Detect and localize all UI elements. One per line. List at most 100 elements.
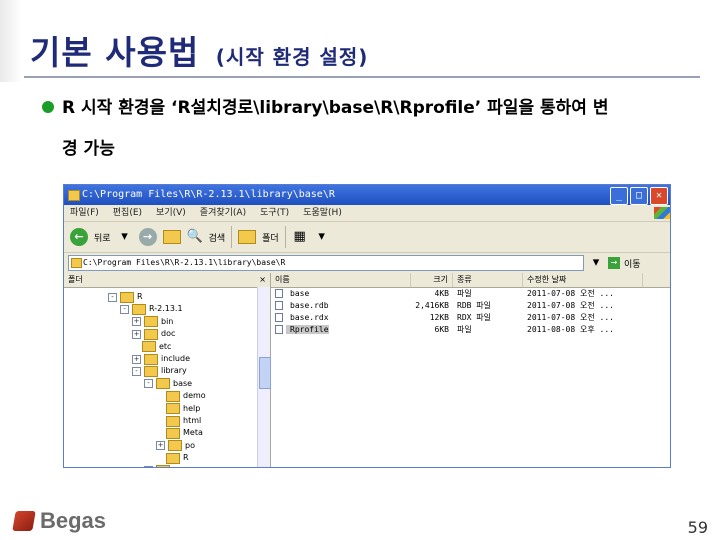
tree-item-label: help bbox=[183, 403, 201, 413]
tree-item-label: include bbox=[161, 354, 190, 363]
expand-icon[interactable]: + bbox=[144, 466, 153, 467]
menu-file[interactable]: 파일(F) bbox=[68, 205, 101, 221]
folders-icon[interactable] bbox=[238, 230, 257, 244]
collapse-icon[interactable]: - bbox=[120, 304, 129, 314]
search-icon[interactable]: 🔍 bbox=[187, 229, 203, 245]
address-bar: C:\Program Files\R\R-2.13.1\library\base… bbox=[64, 253, 670, 274]
file-name-cell: base.rdx bbox=[271, 312, 411, 324]
tree-item[interactable]: -R bbox=[108, 291, 143, 303]
close-pane-icon[interactable]: × bbox=[259, 273, 266, 287]
address-value: C:\Program Files\R\R-2.13.1\library\base… bbox=[83, 258, 286, 267]
up-folder-icon[interactable] bbox=[162, 230, 181, 244]
folder-icon bbox=[166, 415, 180, 427]
tree-item[interactable]: R bbox=[156, 452, 189, 464]
tree-item[interactable]: help bbox=[156, 403, 200, 415]
folder-icon bbox=[156, 465, 170, 467]
address-dropdown-icon[interactable]: ▾ bbox=[588, 255, 604, 271]
tree-item-label: base bbox=[173, 378, 193, 388]
menu-view[interactable]: 보기(V) bbox=[154, 205, 188, 221]
file-icon bbox=[275, 301, 283, 310]
file-icon bbox=[275, 289, 283, 298]
views-dropdown-icon[interactable]: ▾ bbox=[314, 229, 330, 245]
company-logo: Begas bbox=[12, 508, 106, 534]
tree-item-label: Meta bbox=[183, 428, 203, 438]
tree-item[interactable]: - R-2.13.1 bbox=[120, 303, 183, 315]
file-date: 2011-07-08 오전 ... bbox=[527, 313, 614, 322]
tree-item[interactable]: + include bbox=[132, 353, 190, 365]
file-name: Rprofile bbox=[286, 325, 329, 334]
tree-item[interactable]: demo bbox=[156, 390, 206, 402]
file-row[interactable]: base.rdb 2,416KB RDB 파일 2011-07-08 오전 ... bbox=[271, 300, 670, 312]
folder-tree: 폴더 × - R - R-2.13.1 + bin + doc etc + include - libr… bbox=[64, 273, 271, 467]
collapse-icon[interactable]: - bbox=[132, 366, 141, 376]
collapse-icon[interactable]: - bbox=[144, 379, 153, 389]
menu-help[interactable]: 도움말(H) bbox=[301, 205, 344, 221]
menu-bar: 파일(F) 편집(E) 보기(V) 즐겨찾기(A) 도구(T) 도움말(H) bbox=[64, 205, 670, 222]
expand-icon[interactable]: + bbox=[132, 354, 141, 364]
tree-item[interactable]: etc bbox=[132, 341, 171, 353]
tree-item[interactable]: - library bbox=[132, 365, 187, 377]
file-row[interactable]: Rprofile 6KB 파일 2011-08-08 오후 ... bbox=[271, 324, 670, 336]
tree-item[interactable]: + bin bbox=[132, 316, 173, 328]
tree-item-label: bin bbox=[161, 316, 174, 326]
file-date: 2011-08-08 오후 ... bbox=[527, 325, 614, 334]
slide-title-main: 기본 사용법 bbox=[30, 33, 200, 72]
expand-icon[interactable]: + bbox=[132, 329, 141, 339]
tree-scrollbar[interactable] bbox=[257, 287, 271, 467]
folder-icon bbox=[166, 452, 180, 464]
close-button[interactable]: ✕ bbox=[650, 187, 668, 205]
go-arrow-icon[interactable]: → bbox=[608, 257, 620, 269]
file-row[interactable]: base 4KB 파일 2011-07-08 오전 ... bbox=[271, 288, 670, 300]
column-type[interactable]: 종류 bbox=[453, 273, 523, 287]
title-divider bbox=[24, 76, 700, 78]
file-name-cell: Rprofile bbox=[271, 324, 411, 336]
folder-icon bbox=[168, 440, 182, 452]
maximize-button[interactable]: □ bbox=[630, 187, 648, 205]
tree-item[interactable]: - base bbox=[144, 378, 192, 390]
tree-item-label: html bbox=[183, 416, 202, 425]
tree-item-label: po bbox=[185, 440, 195, 450]
minimize-button[interactable]: _ bbox=[610, 187, 628, 205]
back-arrow-icon[interactable]: ← bbox=[70, 228, 88, 246]
column-date[interactable]: 수정한 날짜 bbox=[523, 273, 643, 287]
file-type: 파일 bbox=[457, 325, 472, 334]
file-list: 이름 크기 종류 수정한 날짜 base 4KB 파일 2011-07-08 오전 .… bbox=[271, 273, 670, 467]
tree-item[interactable]: + doc bbox=[132, 328, 175, 340]
menu-tools[interactable]: 도구(T) bbox=[258, 205, 291, 221]
tree-item[interactable]: + boot bbox=[144, 465, 191, 467]
forward-arrow-icon[interactable]: → bbox=[138, 228, 157, 246]
address-input[interactable]: C:\Program Files\R\R-2.13.1\library\base… bbox=[68, 255, 584, 271]
dropdown-arrow-icon[interactable]: ▾ bbox=[117, 229, 133, 245]
go-button-label[interactable]: 이동 bbox=[624, 257, 641, 270]
folder-icon bbox=[71, 258, 82, 268]
explorer-panes: 폴더 × - R - R-2.13.1 + bin + doc etc + include - libr… bbox=[64, 273, 670, 467]
column-size[interactable]: 크기 bbox=[411, 273, 453, 287]
views-icon[interactable]: ▦ bbox=[292, 229, 308, 245]
tree-item[interactable]: + po bbox=[156, 440, 195, 452]
back-button-label[interactable]: 뒤로 bbox=[94, 231, 111, 244]
tree-item-label: R bbox=[137, 292, 143, 301]
folder-tree-title: 폴더 bbox=[68, 275, 83, 284]
file-name-cell: base bbox=[271, 288, 411, 300]
folders-button-label[interactable]: 폴더 bbox=[262, 231, 279, 244]
file-row[interactable]: base.rdx 12KB RDX 파일 2011-07-08 오전 ... bbox=[271, 312, 670, 324]
tree-item-label: boot bbox=[173, 465, 191, 467]
menu-edit[interactable]: 편집(E) bbox=[111, 205, 144, 221]
folder-tree-header: 폴더 × bbox=[64, 273, 270, 288]
folder-icon bbox=[142, 341, 156, 353]
scrollbar-thumb[interactable] bbox=[259, 357, 271, 389]
menu-favorites[interactable]: 즐겨찾기(A) bbox=[198, 205, 248, 221]
column-name[interactable]: 이름 bbox=[271, 273, 411, 287]
window-titlebar[interactable]: C:\Program Files\R\R-2.13.1\library\base… bbox=[64, 185, 670, 205]
tree-item[interactable]: Meta bbox=[156, 427, 203, 439]
expand-icon[interactable]: + bbox=[132, 317, 141, 327]
file-name: base.rdx bbox=[290, 313, 329, 322]
bullet-icon bbox=[42, 101, 54, 113]
collapse-icon[interactable]: - bbox=[108, 292, 117, 302]
expand-icon[interactable]: + bbox=[156, 441, 165, 451]
file-size: 6KB bbox=[434, 325, 449, 334]
file-name: base.rdb bbox=[290, 301, 329, 310]
search-button-label[interactable]: 검색 bbox=[209, 231, 226, 244]
tree-item[interactable]: html bbox=[156, 415, 201, 427]
